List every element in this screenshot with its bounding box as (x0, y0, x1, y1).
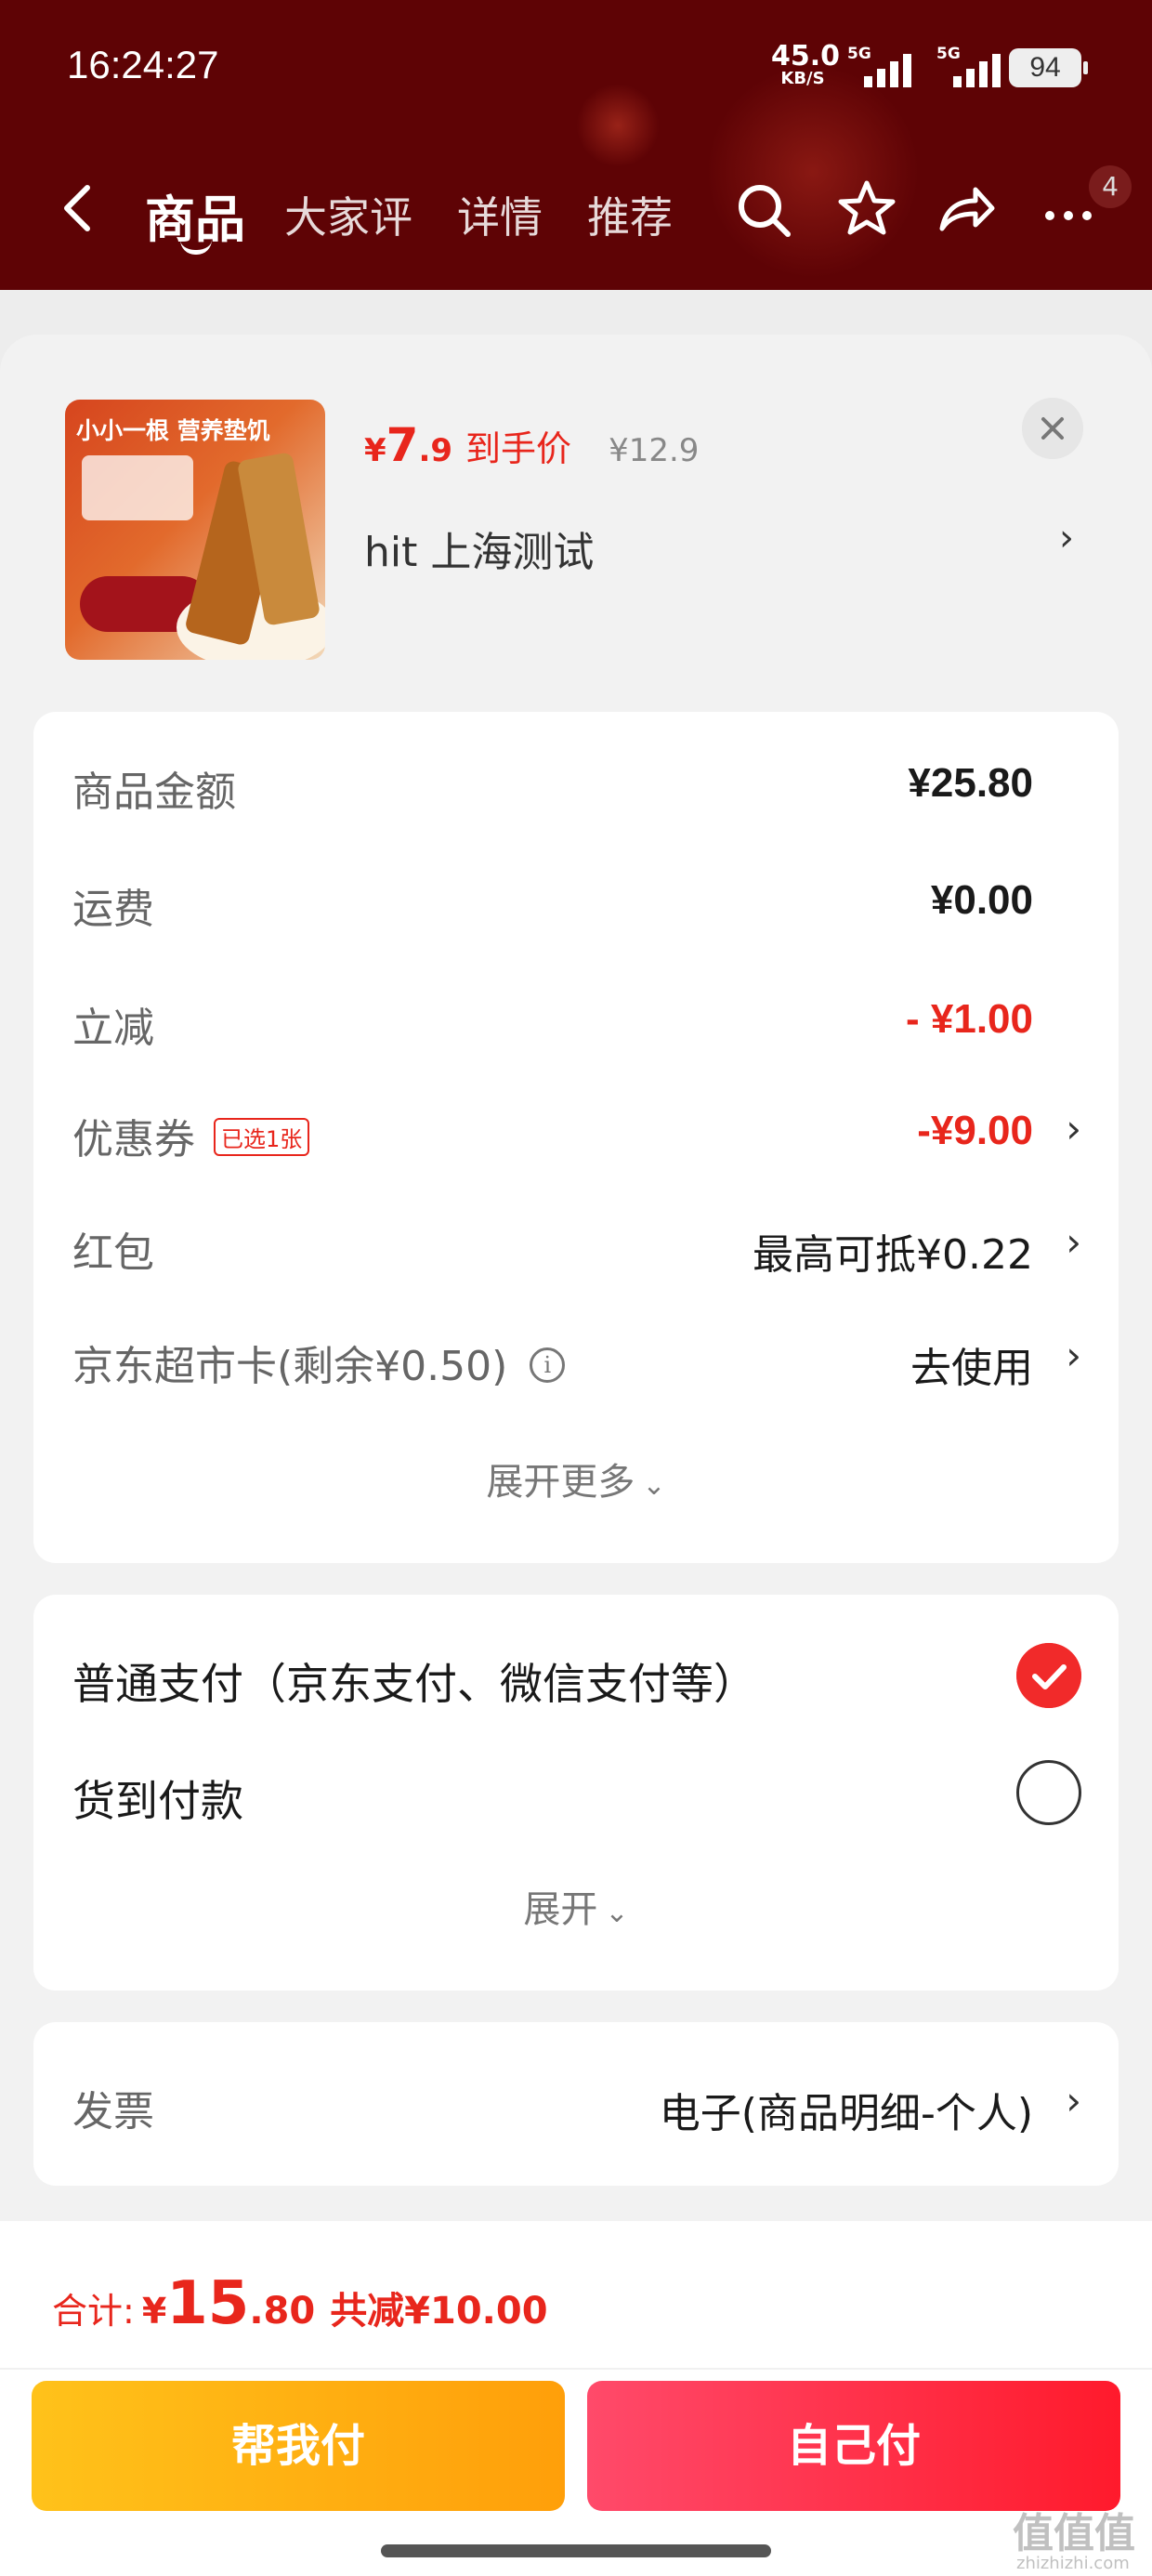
instant-discount-amount: - ¥1.00 (906, 996, 1033, 1042)
chevron-down-icon: ⌄ (605, 1897, 629, 1929)
chevron-right-icon[interactable]: › (1066, 2078, 1081, 2123)
invoice-card[interactable]: 发票 电子(商品明细-个人) › (33, 2022, 1119, 2186)
freight-row: 运费 ¥0.00 (72, 877, 1033, 933)
expand-more-button[interactable]: 展开更多 ⌄ (33, 1452, 1119, 1505)
top-header: 16:24:27 45.0 KB/S 5G 5G 94 商品 大家评 详情 推荐… (0, 0, 1152, 290)
star-icon[interactable] (836, 178, 897, 240)
use-card-link[interactable]: 去使用 (910, 1334, 1033, 1394)
product-thumbnail: 小小一根 营养垫饥 (65, 400, 325, 660)
signal-icon: 5G (936, 45, 1020, 87)
product-nav-bar: 商品 大家评 详情 推荐 (0, 167, 1152, 255)
payment-option-normal[interactable]: 普通支付（京东支付、微信支付等） (72, 1637, 1081, 1712)
order-total: 合计: ¥15.80 共减¥10.00 (52, 2269, 548, 2338)
expand-payment-button[interactable]: 展开 ⌄ (33, 1879, 1119, 1933)
red-packet-row[interactable]: 红包 最高可抵¥0.22 › (72, 1212, 1081, 1279)
help-me-pay-button[interactable]: 帮我付 (32, 2381, 565, 2511)
tab-details[interactable]: 详情 (457, 184, 543, 245)
instant-discount-row: 立减 - ¥1.00 (72, 996, 1033, 1052)
active-tab-indicator (180, 240, 212, 255)
checkout-footer: 合计: ¥15.80 共减¥10.00 帮我付 自己付 (0, 2221, 1152, 2576)
product-image-text: 小小一根 营养垫饥 (76, 417, 270, 444)
share-icon[interactable] (935, 178, 996, 240)
product-price: ¥7.9 到手价 ¥12.9 (364, 418, 700, 472)
goods-amount: ¥25.80 (908, 760, 1033, 806)
coupon-selected-badge: 已选1张 (214, 1117, 310, 1156)
close-icon[interactable] (1022, 398, 1083, 459)
invoice-row[interactable]: 发票 电子(商品明细-个人) › (72, 2070, 1081, 2137)
total-savings: 共减¥10.00 (330, 2290, 548, 2333)
watermark-url: zhizhizhi.com (1016, 2554, 1130, 2573)
final-price-label: 到手价 (465, 428, 572, 469)
payment-option-cod[interactable]: 货到付款 (72, 1755, 1081, 1829)
chevron-right-icon[interactable]: › (1066, 1219, 1081, 1265)
goods-amount-row: 商品金额 ¥25.80 (72, 760, 1033, 816)
back-arrow-icon[interactable] (52, 180, 108, 236)
chevron-right-icon[interactable]: › (1066, 1333, 1081, 1378)
original-price: ¥12.9 (609, 432, 700, 469)
status-time: 16:24:27 (67, 43, 219, 86)
info-icon[interactable]: i (530, 1347, 566, 1383)
checked-radio-icon[interactable] (1016, 1643, 1081, 1708)
chevron-right-icon[interactable]: › (1059, 517, 1074, 559)
divider (0, 2368, 1152, 2370)
red-packet-value: 最高可抵¥0.22 (753, 1231, 1033, 1279)
battery-icon: 94 (1009, 48, 1088, 87)
chevron-right-icon[interactable]: › (1066, 1106, 1081, 1151)
coupon-row[interactable]: 优惠券 已选1张 -¥9.00 › (72, 1098, 1081, 1163)
notification-badge: 4 (1089, 165, 1132, 208)
home-indicator[interactable] (381, 2544, 771, 2557)
network-speed: 45.0 KB/S (771, 40, 841, 88)
tab-recommend[interactable]: 推荐 (587, 184, 673, 245)
invoice-value: 电子(商品明细-个人) (659, 2090, 1033, 2137)
status-bar: 16:24:27 45.0 KB/S 5G 5G 94 (0, 0, 1152, 139)
signal-icon: 5G (847, 45, 931, 87)
search-icon[interactable] (732, 178, 793, 240)
freight-amount: ¥0.00 (930, 877, 1033, 923)
unchecked-radio-icon[interactable] (1016, 1760, 1081, 1825)
sku-selector[interactable]: hit 上海测试 (364, 519, 594, 578)
chevron-down-icon: ⌄ (642, 1469, 666, 1502)
watermark: 值值值 (1013, 2510, 1135, 2557)
pay-myself-button[interactable]: 自己付 (587, 2381, 1120, 2511)
supermarket-card-row[interactable]: 京东超市卡(剩余¥0.50) i 去使用 › (72, 1325, 1081, 1392)
coupon-amount: -¥9.00 (917, 1108, 1033, 1153)
payment-method-card: 普通支付（京东支付、微信支付等） 货到付款 展开 ⌄ (33, 1595, 1119, 1991)
cost-summary-card: 商品金额 ¥25.80 运费 ¥0.00 立减 - ¥1.00 优惠券 已选1张 … (33, 712, 1119, 1563)
tab-reviews[interactable]: 大家评 (284, 184, 412, 245)
